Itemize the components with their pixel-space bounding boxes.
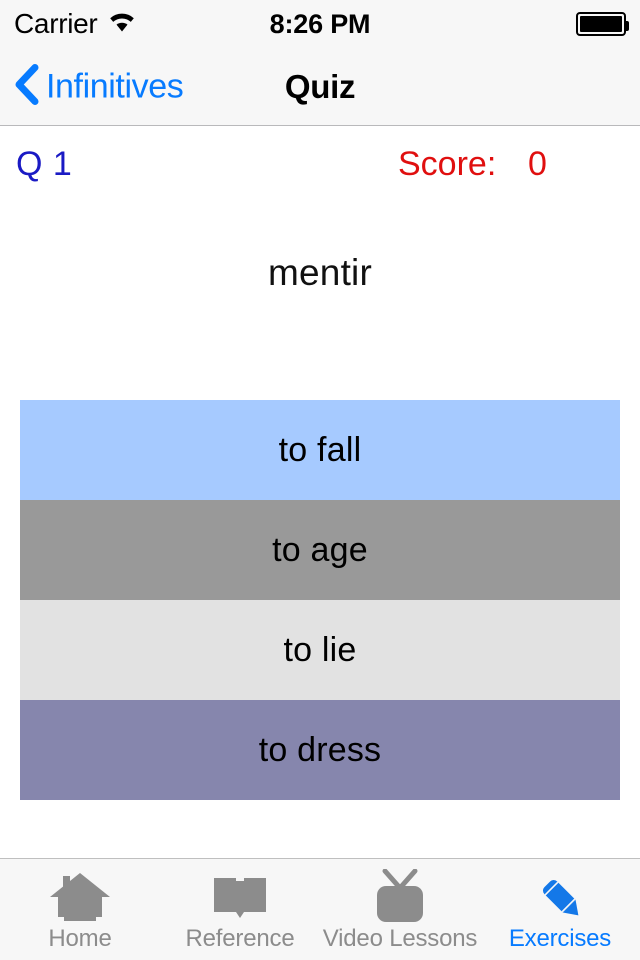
page-title: Quiz [284,67,356,105]
answer-option[interactable]: to fall [20,400,620,500]
answer-option-label: to dress [258,730,382,769]
pencil-icon [528,869,592,927]
tab-item-exercises[interactable]: Exercises [480,859,640,960]
answer-option-label: to lie [283,630,357,669]
quiz-prompt-word: mentir [268,252,372,293]
navigation-bar: Infinitives Quiz [0,48,640,126]
answer-options-list: to fall to age to lie to dress [20,400,620,800]
app-screen: Carrier 8:26 PM Infinitives Quiz Q 1 Sco… [0,0,640,960]
quiz-status-row: Q 1 Score: 0 [0,127,640,199]
home-icon [48,869,112,927]
battery-full-icon [576,12,629,36]
score-label: Score: [398,145,497,183]
tab-label-video-lessons: Video Lessons [322,925,478,952]
question-counter: Q 1 [16,145,73,183]
status-bar-time: 8:26 PM [269,8,371,39]
score-value: 0 [528,145,547,183]
book-icon [208,869,272,927]
tab-item-video-lessons[interactable]: Video Lessons [320,859,480,960]
answer-option-label: to age [272,530,368,569]
tab-label-exercises: Exercises [508,925,612,952]
tab-bar: Home Reference Video Lessons Exercises [0,858,640,960]
answer-option-label: to fall [278,430,362,469]
tab-label-home: Home [48,925,112,952]
tv-icon [368,869,432,927]
answer-option[interactable]: to age [20,500,620,600]
tab-item-reference[interactable]: Reference [160,859,320,960]
answer-option[interactable]: to lie [20,600,620,700]
status-bar-right [576,12,629,36]
status-bar: Carrier 8:26 PM [0,0,640,48]
tab-item-home[interactable]: Home [0,859,160,960]
tab-label-reference: Reference [185,925,295,952]
answer-option[interactable]: to dress [20,700,620,800]
